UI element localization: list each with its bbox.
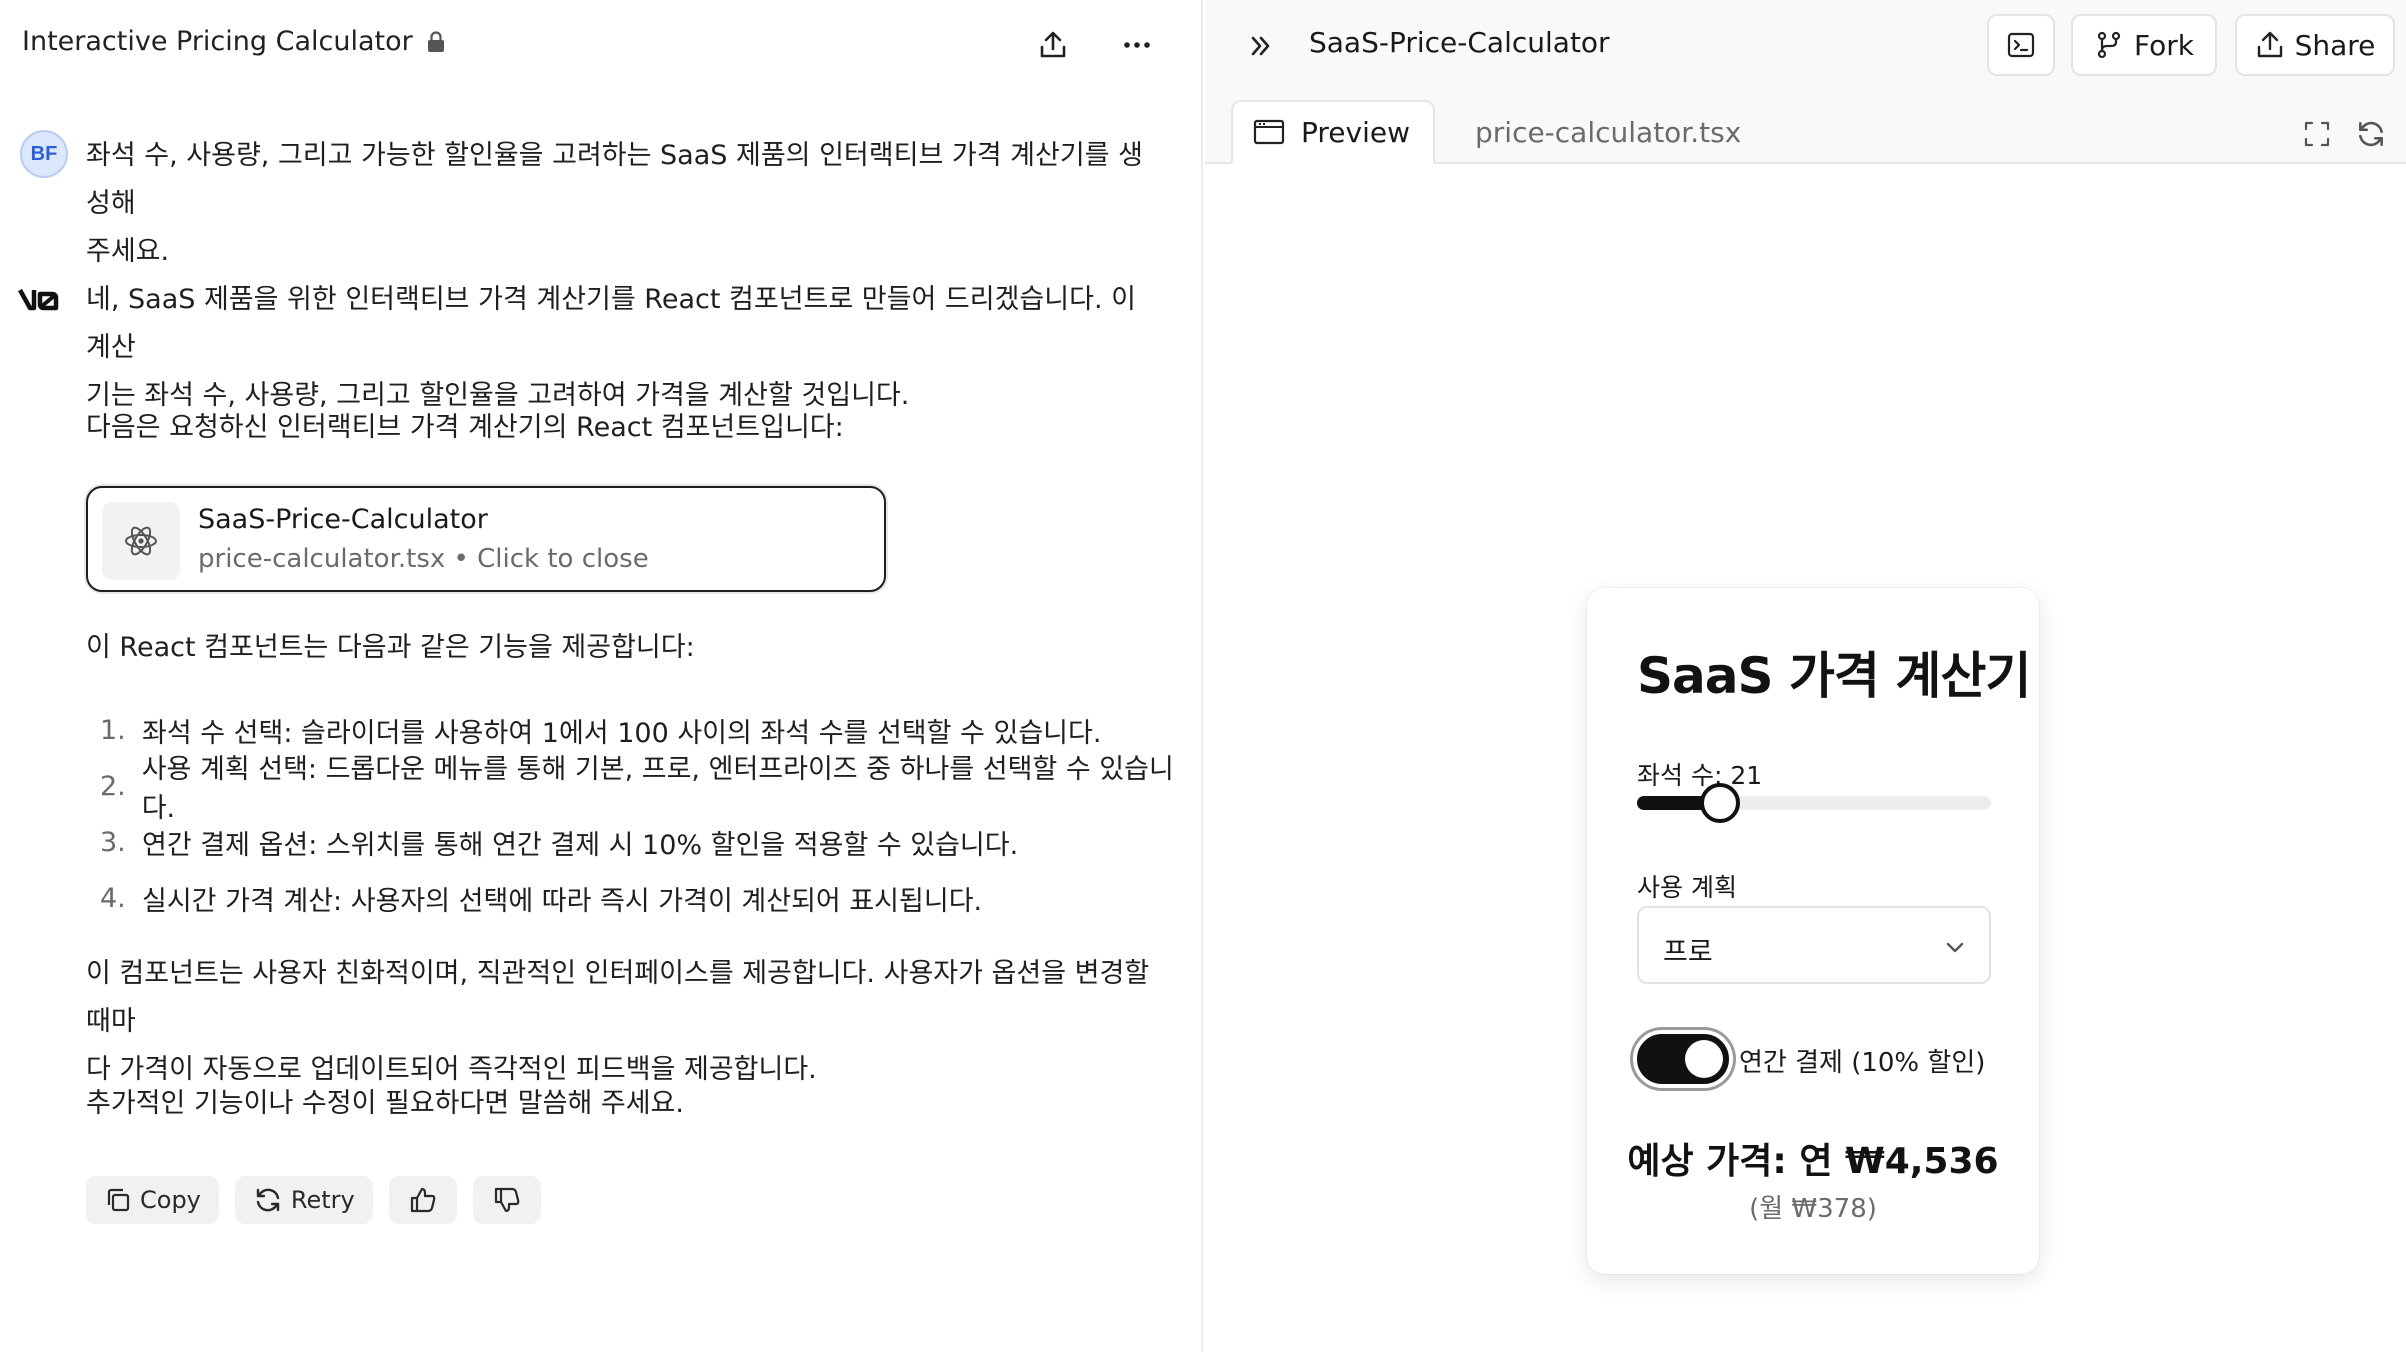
- list-item-text: 좌석 수 선택: 슬라이더를 사용하여 1에서 100 사이의 좌석 수를 선택…: [142, 717, 1102, 749]
- fullscreen-button[interactable]: [2297, 114, 2337, 154]
- share-chat-button[interactable]: [1030, 22, 1076, 68]
- summary: 이 컴포넌트는 사용자 친화적이며, 직관적인 인터페이스를 제공합니다. 사용…: [86, 950, 1166, 1094]
- list-item: 2. 사용 계획 선택: 드롭다운 메뉴를 통해 기본, 프로, 엔터프라이즈 …: [100, 754, 1200, 824]
- user-message-line-2: 주세요.: [86, 236, 170, 267]
- list-item-number: 3.: [100, 826, 126, 858]
- closing-text: 추가적인 기능이나 수정이 필요하다면 말씀해 주세요.: [86, 1088, 684, 1119]
- retry-label: Retry: [290, 1186, 355, 1214]
- copy-label: Copy: [140, 1186, 201, 1214]
- plan-select[interactable]: 프로: [1637, 906, 1991, 984]
- preview-pane: SaaS-Price-Calculator Fork Share Preview…: [1205, 0, 2406, 1352]
- fullscreen-icon: [2304, 121, 2330, 147]
- ai-lead: 다음은 요청하신 인터랙티브 가격 계산기의 React 컴포넌트입니다:: [86, 412, 844, 443]
- list-item-number: 1.: [100, 714, 126, 746]
- ai-intro-line-1: 네, SaaS 제품을 위한 인터랙티브 가격 계산기를 React 컴포넌트로…: [86, 284, 1136, 363]
- artifact-card[interactable]: SaaS-Price-Calculator price-calculator.t…: [86, 486, 886, 592]
- chat-title-text: Interactive Pricing Calculator: [22, 26, 413, 57]
- list-item: 4. 실시간 가격 계산: 사용자의 선택에 따라 즉시 가격이 계산되어 표시…: [100, 870, 1200, 926]
- fork-button[interactable]: Fork: [2071, 14, 2217, 76]
- seats-slider-thumb[interactable]: [1700, 783, 1741, 823]
- list-item-text: 실시간 가격 계산: 사용자의 선택에 따라 즉시 가격이 계산되어 표시됩니다…: [142, 885, 983, 917]
- more-options-button[interactable]: [1114, 22, 1160, 68]
- reload-preview-button[interactable]: [2351, 114, 2391, 154]
- user-message-line-1: 좌석 수, 사용량, 그리고 가능한 할인율을 고려하는 SaaS 제품의 인터…: [86, 140, 1143, 219]
- user-avatar: BF: [20, 130, 68, 178]
- chevron-down-icon: [1946, 942, 1964, 953]
- share-button[interactable]: Share: [2235, 14, 2395, 76]
- tab-code-label: price-calculator.tsx: [1475, 115, 1742, 149]
- refresh-icon: [256, 1188, 280, 1212]
- retry-button[interactable]: Retry: [234, 1176, 373, 1224]
- annual-billing-toggle[interactable]: [1633, 1030, 1733, 1088]
- list-item-number: 4.: [100, 882, 126, 914]
- annual-billing-label: 연간 결제 (10% 할인): [1739, 1048, 1986, 1078]
- chat-pane: Interactive Pricing Calculator BF 좌석 수, …: [0, 0, 1203, 1352]
- preview-header: SaaS-Price-Calculator Fork Share: [1205, 0, 2406, 92]
- share-label: Share: [2294, 28, 2376, 62]
- plan-selected-value: 프로: [1663, 937, 1713, 968]
- list-item-text: 연간 결제 옵션: 스위치를 통해 연간 결제 시 10% 할인을 적용할 수 …: [142, 829, 1019, 861]
- terminal-button[interactable]: [1987, 14, 2055, 76]
- artifact-name: SaaS-Price-Calculator: [198, 504, 488, 535]
- share-icon: [2257, 31, 2282, 58]
- upload-icon: [1040, 31, 1066, 58]
- thumbs-down-icon: [494, 1187, 520, 1213]
- project-title: SaaS-Price-Calculator: [1309, 26, 1610, 59]
- list-item-number: 2.: [100, 770, 126, 802]
- chevrons-right-icon: [1251, 36, 1270, 56]
- estimated-price: 예상 가격: 연 ₩4,536: [1627, 1141, 1999, 1182]
- user-message: 좌석 수, 사용량, 그리고 가능한 할인율을 고려하는 SaaS 제품의 인터…: [86, 132, 1166, 276]
- plan-label: 사용 계획: [1637, 873, 1737, 902]
- seats-slider[interactable]: [1637, 783, 1991, 823]
- collapse-panel-button[interactable]: [1241, 26, 1281, 66]
- thumbs-down-button[interactable]: [472, 1176, 541, 1224]
- fork-icon: [2097, 31, 2121, 59]
- react-atom-icon: [125, 526, 157, 556]
- summary-line-1: 이 컴포넌트는 사용자 친화적이며, 직관적인 인터페이스를 제공합니다. 사용…: [86, 958, 1150, 1037]
- tab-code[interactable]: price-calculator.tsx: [1475, 100, 1741, 164]
- terminal-icon: [2007, 32, 2035, 58]
- lock-icon: [427, 30, 444, 52]
- features-list: 1. 좌석 수 선택: 슬라이더를 사용하여 1에서 100 사이의 좌석 수를…: [100, 702, 1200, 926]
- chat-header: Interactive Pricing Calculator: [0, 0, 1203, 88]
- seats-label: 좌석 수: 21: [1637, 761, 1763, 790]
- artifact-subtitle: price-calculator.tsx • Click to close: [198, 544, 649, 574]
- chat-title[interactable]: Interactive Pricing Calculator: [22, 26, 445, 57]
- reload-icon: [2359, 121, 2383, 147]
- copy-icon: [107, 1188, 130, 1212]
- list-item-text: 사용 계획 선택: 드롭다운 메뉴를 통해 기본, 프로, 엔터프라이즈 중 하…: [141, 754, 1174, 824]
- features-heading: 이 React 컴포넌트는 다음과 같은 기능을 제공합니다:: [86, 632, 695, 663]
- tab-preview[interactable]: Preview: [1231, 100, 1435, 164]
- thumbs-up-icon: [410, 1187, 436, 1213]
- monthly-price: (월 ₩378): [1749, 1194, 1877, 1224]
- fork-label: Fork: [2134, 28, 2194, 62]
- thumbs-up-button[interactable]: [388, 1176, 457, 1224]
- ai-intro: 네, SaaS 제품을 위한 인터랙티브 가격 계산기를 React 컴포넌트로…: [86, 276, 1166, 420]
- v0-logo-icon: [18, 288, 59, 311]
- calculator-title: SaaS 가격 계산기: [1637, 647, 2031, 705]
- toggle-knob: [1685, 1040, 1723, 1078]
- message-actions: Copy Retry: [86, 1176, 541, 1224]
- tab-preview-label: Preview: [1301, 115, 1410, 149]
- price-calculator-card: SaaS 가격 계산기 좌석 수: 21 사용 계획 프로 연간 결제 (10%…: [1587, 588, 2039, 1274]
- preview-tabbar: Preview price-calculator.tsx: [1205, 92, 2406, 164]
- artifact-icon-box: [102, 502, 180, 580]
- copy-button[interactable]: Copy: [86, 1176, 219, 1224]
- more-horizontal-icon: [1124, 42, 1150, 48]
- browser-window-icon: [1253, 119, 1285, 145]
